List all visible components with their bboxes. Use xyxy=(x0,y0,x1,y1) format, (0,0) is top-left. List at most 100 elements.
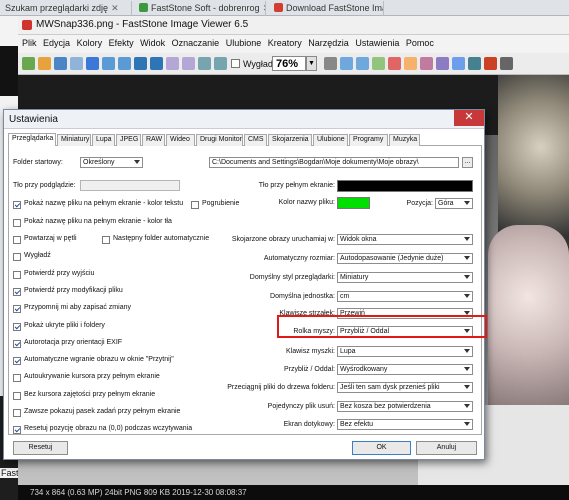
browser-tab[interactable]: Szukam przeglądarki zdję ✕ xyxy=(0,1,132,16)
browser-style-select[interactable]: Miniatury xyxy=(337,272,473,283)
window-title: MWSnap336.png - FastStone Image Viewer 6… xyxy=(36,19,249,30)
tab-przegladarka[interactable]: Przeglądarka xyxy=(8,133,56,147)
menu-plik[interactable]: Plik xyxy=(22,38,37,48)
cancel-button[interactable]: Anuluj xyxy=(416,441,477,455)
tab-miniatury[interactable]: Miniatury xyxy=(57,134,91,146)
tab-jpeg[interactable]: JPEG xyxy=(116,134,141,146)
menu-widok[interactable]: Widok xyxy=(140,38,165,48)
hand-tool-icon[interactable] xyxy=(324,57,337,70)
save-icon[interactable] xyxy=(54,57,67,70)
browser-tab[interactable]: Download FastStone Imag xyxy=(269,1,384,16)
menu-edycja[interactable]: Edycja xyxy=(43,38,70,48)
print-icon[interactable] xyxy=(70,57,83,70)
checkbox-label: Pogrubienie xyxy=(202,200,240,207)
start-folder-path[interactable]: C:\Documents and Settings\Bogdan\Moje do… xyxy=(209,157,459,168)
filename-color-swatch[interactable] xyxy=(337,197,370,209)
checkbox-bold[interactable]: Pogrubienie xyxy=(191,200,239,210)
checkbox-no-busy-cursor[interactable]: Bez kursora zajętości przy pełnym ekrani… xyxy=(13,391,155,401)
browse-button[interactable]: ... xyxy=(462,157,473,168)
menu-pomoc[interactable]: Pomoc xyxy=(406,38,434,48)
close-button[interactable]: ✕ xyxy=(454,110,484,126)
zoom-dropdown-arrow[interactable]: ▼ xyxy=(306,56,317,71)
delete-file-select[interactable]: Bez kosza bez potwierdzenia xyxy=(337,401,473,412)
checkbox-show-taskbar[interactable]: Zawsze pokazuj pasek zadań przy pełnym e… xyxy=(13,408,180,418)
touchscreen-select[interactable]: Bez efektu xyxy=(337,419,473,430)
menu-narzedzia[interactable]: Narzędzia xyxy=(308,38,349,48)
menu-kreatory[interactable]: Kreatory xyxy=(268,38,302,48)
tab-drugi-monitor[interactable]: Drugi Monitor xyxy=(196,134,243,146)
first-icon[interactable] xyxy=(134,57,147,70)
checkbox-show-name-bg[interactable]: Pokaż nazwę pliku na pełnym ekranie - ko… xyxy=(13,218,172,228)
menu-oznaczanie[interactable]: Oznaczanie xyxy=(172,38,220,48)
sun-icon[interactable] xyxy=(404,57,417,70)
folder-icon[interactable] xyxy=(38,57,51,70)
checkbox-exif-rotation[interactable]: Autorotacja przy orientacji EXIF xyxy=(13,339,122,349)
prev-icon[interactable] xyxy=(102,57,115,70)
menu-efekty[interactable]: Efekty xyxy=(109,38,134,48)
zoom-mode-select[interactable]: Wyśrodkowany xyxy=(337,364,473,375)
auto-size-select[interactable]: Autodopasowanie (Jedynie duże) xyxy=(337,253,473,264)
email-icon[interactable] xyxy=(468,57,481,70)
bg-field[interactable] xyxy=(80,180,180,191)
zoom-input[interactable]: 76% xyxy=(272,56,306,71)
last-icon[interactable] xyxy=(150,57,163,70)
delete-icon[interactable] xyxy=(484,57,497,70)
menu-ustawienia[interactable]: Ustawienia xyxy=(355,38,399,48)
smooth-checkbox[interactable] xyxy=(231,59,240,68)
actual-size-icon[interactable] xyxy=(214,57,227,70)
tab-skojarzenia[interactable]: Skojarzenia xyxy=(268,134,312,146)
tab-programy[interactable]: Programy xyxy=(349,134,388,146)
touchscreen-label: Ekran dotykowy: xyxy=(283,421,335,428)
checkbox-smooth[interactable]: Wygładź xyxy=(13,252,51,262)
checkbox-label: Zawsze pokazuj pasek zadań przy pełnym e… xyxy=(24,408,181,415)
fit-icon[interactable] xyxy=(198,57,211,70)
checkbox-box xyxy=(13,426,21,434)
checkbox-auto-load-crop[interactable]: Automatyczne wgranie obrazu w oknie "Prz… xyxy=(13,356,174,366)
checkbox-loop[interactable]: Powtarzaj w pętli xyxy=(13,235,77,245)
menu-kolory[interactable]: Kolory xyxy=(77,38,103,48)
effects-icon[interactable] xyxy=(436,57,449,70)
status-bar: 734 x 864 (0.63 MP) 24bit PNG 809 KB 201… xyxy=(18,485,569,500)
next-icon[interactable] xyxy=(118,57,131,70)
tab-muzyka[interactable]: Muzyka xyxy=(389,134,420,146)
chevron-down-icon xyxy=(464,367,470,371)
close-icon[interactable]: ✕ xyxy=(263,3,265,13)
menu-ulubione[interactable]: Ulubione xyxy=(226,38,262,48)
checkbox-autohide-cursor[interactable]: Autoukrywanie kursora przy pełnym ekrani… xyxy=(13,373,160,383)
slideshow-icon[interactable] xyxy=(452,57,465,70)
tab-wideo[interactable]: Wideo xyxy=(166,134,195,146)
ok-button[interactable]: OK xyxy=(352,441,411,455)
default-unit-select[interactable]: cm xyxy=(337,291,473,302)
browse-icon[interactable] xyxy=(86,57,99,70)
tab-cms[interactable]: CMS xyxy=(244,134,267,146)
settings-icon[interactable] xyxy=(500,57,513,70)
mouse-button-select[interactable]: Lupa xyxy=(337,346,473,357)
checkbox-hidden-files[interactable]: Pokaż ukryte pliki i foldery xyxy=(13,322,105,332)
position-select[interactable]: Góra xyxy=(435,198,473,209)
drag-files-select[interactable]: Jeśli ten sam dysk przenieś pliki xyxy=(337,382,473,393)
reset-button[interactable]: Resetuj xyxy=(13,441,68,455)
checkbox-reset-position[interactable]: Resetuj pozycję obrazu na (0,0) podczas … xyxy=(13,425,192,435)
checkbox-remind-save[interactable]: Przypomnij mi aby zapisać zmiany xyxy=(13,304,131,314)
browser-tab[interactable]: FastStone Soft - dobrenrog✕ xyxy=(134,1,266,16)
rotate-right-icon[interactable] xyxy=(356,57,369,70)
chevron-down-icon xyxy=(134,160,140,164)
select-value: cm xyxy=(340,293,350,300)
checkbox-show-name-text[interactable]: Pokaż nazwę pliku na pełnym ekranie - ko… xyxy=(13,200,183,210)
associated-open-select[interactable]: Widok okna xyxy=(337,234,473,245)
tab-raw[interactable]: RAW xyxy=(142,134,165,146)
close-icon[interactable]: ✕ xyxy=(111,3,119,13)
rotate-left-icon[interactable] xyxy=(340,57,353,70)
color-icon[interactable] xyxy=(420,57,433,70)
crop-icon[interactable] xyxy=(372,57,385,70)
checkbox-confirm-modify[interactable]: Potwierdź przy modyfikacji pliku xyxy=(13,287,123,297)
tab-lupa[interactable]: Lupa xyxy=(92,134,115,146)
open-icon[interactable] xyxy=(22,57,35,70)
tab-ulubione[interactable]: Ulubione xyxy=(313,134,348,146)
red-eye-icon[interactable] xyxy=(388,57,401,70)
zoom-out-icon[interactable] xyxy=(182,57,195,70)
checkbox-confirm-exit[interactable]: Potwierdź przy wyjściu xyxy=(13,270,94,280)
fullscreen-bg-color-swatch[interactable] xyxy=(337,180,473,192)
zoom-in-icon[interactable] xyxy=(166,57,179,70)
start-folder-select[interactable]: Określony xyxy=(80,157,143,168)
